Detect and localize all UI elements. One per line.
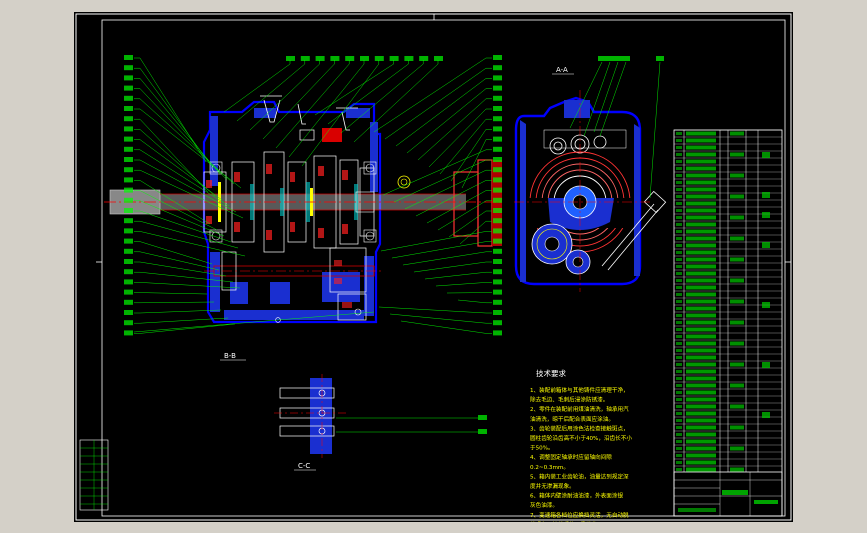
gearbox-assembly-drawing: B-B A-A C-C 技术要求 1、装配前箱体与其他铸件应清理干净，除去毛边、… xyxy=(75,13,792,522)
side-section-view: A-A xyxy=(514,61,667,292)
tech-req-line: 6、箱体内壁涂耐油油漆，外表面涂银 xyxy=(530,492,623,500)
revision-stamp-box xyxy=(79,439,109,511)
tech-req-line: 档现象，挂档后能可靠锁住。 xyxy=(530,520,603,522)
tech-req-line: 7、变速箱各档位应换挡灵活，无自动脱 xyxy=(530,511,629,519)
tech-req-line: 3、齿轮装配后用涂色法检查接触斑点， xyxy=(530,424,629,432)
cad-drawing-canvas: B-B A-A C-C 技术要求 1、装配前箱体与其他铸件应清理干净， 除去毛边… xyxy=(74,12,793,522)
tech-req-line: 0.2~0.3mm。 xyxy=(530,465,569,471)
tech-req-line: 4、调整固定轴承时应留轴向间隙 xyxy=(530,453,612,461)
tech-req-line: 2、零件在装配前用煤油清洗，轴承用汽 xyxy=(530,405,629,413)
parts-list-table xyxy=(673,129,783,517)
tech-req-line: 圆柱齿轮沿齿高不小于40%，沿齿长不小 xyxy=(530,434,632,442)
tech-req-line: 度并无渗漏现象。 xyxy=(530,482,575,490)
section-label-side: A-A xyxy=(556,66,568,74)
tech-req-line: 灰色油漆。 xyxy=(530,501,558,509)
tech-req-line: 1、装配前箱体与其他铸件应清理干净， xyxy=(530,386,629,394)
tech-req-line: 5、箱内装工业齿轮油，油量达到规定深 xyxy=(530,472,629,480)
technical-requirements: 技术要求 1、装配前箱体与其他铸件应清理干净， 除去毛边、毛刺后浸涂防锈漆。2、零… xyxy=(530,368,632,522)
title-block xyxy=(673,471,783,517)
main-section-view xyxy=(104,95,504,324)
section-label-lower: C-C xyxy=(298,462,310,470)
detail-section-view: C-C xyxy=(274,374,478,471)
tech-req-title: 技术要求 xyxy=(536,368,566,378)
section-label-main: B-B xyxy=(224,352,236,360)
tech-req-line: 于50%。 xyxy=(530,445,554,452)
tech-req-line: 油清洗，晾干后配合表面应涂油。 xyxy=(530,415,614,423)
tech-req-line: 除去毛边、毛刺后浸涂防锈漆。 xyxy=(530,396,608,404)
